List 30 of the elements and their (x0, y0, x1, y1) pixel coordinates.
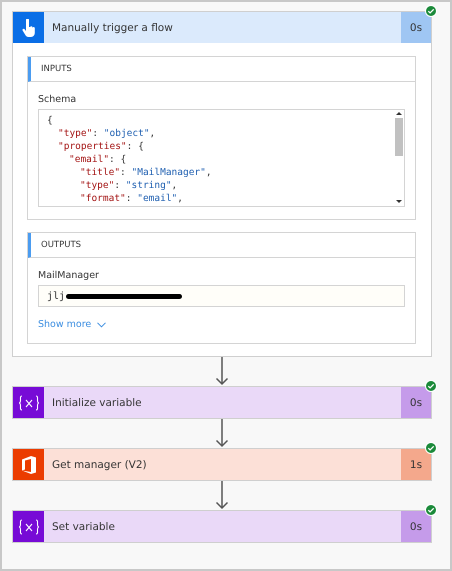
chevron-down-icon (97, 322, 106, 328)
success-check-icon (425, 5, 437, 17)
step-title: Get manager (V2) (51, 458, 148, 472)
success-check-icon (425, 442, 437, 454)
step-card[interactable]: Manually trigger a flow 0s INPUTS Schema { "type": "object", "properties": { "email": { "title": "MailManager", "type": "string", "format": "email", OUTPUTS MailManager jlj Show more (12, 11, 432, 357)
section-heading: OUTPUTS (41, 240, 82, 250)
step-title: Set variable (51, 520, 116, 534)
value-text: jlj (47, 290, 66, 302)
section-heading: INPUTS (41, 64, 72, 74)
field-label: Schema (38, 94, 78, 105)
success-check-icon (425, 380, 437, 392)
down-arrow (215, 481, 229, 510)
step-title: Manually trigger a flow (51, 20, 174, 36)
success-check-icon (425, 504, 437, 516)
office-door-icon (20, 456, 36, 474)
step-duration: 0s (401, 511, 431, 542)
hand-pointer-icon (22, 18, 36, 36)
curly-braces-x-icon (18, 518, 40, 534)
step-card[interactable]: Set variable 0s (12, 510, 432, 543)
scrollbar-drawing[interactable] (394, 110, 404, 206)
down-arrow (215, 419, 229, 448)
step-duration: 1s (401, 449, 431, 480)
down-arrow (215, 357, 229, 386)
field-label: MailManager (38, 270, 100, 281)
step-duration: 0s (401, 387, 431, 418)
step-duration: 0s (401, 12, 431, 43)
step-card[interactable]: Get manager (V2) 1s (12, 448, 432, 481)
step-title: Initialize variable (51, 396, 143, 410)
step-card[interactable]: Initialize variable 0s (12, 386, 432, 419)
curly-braces-x-icon (18, 394, 40, 410)
